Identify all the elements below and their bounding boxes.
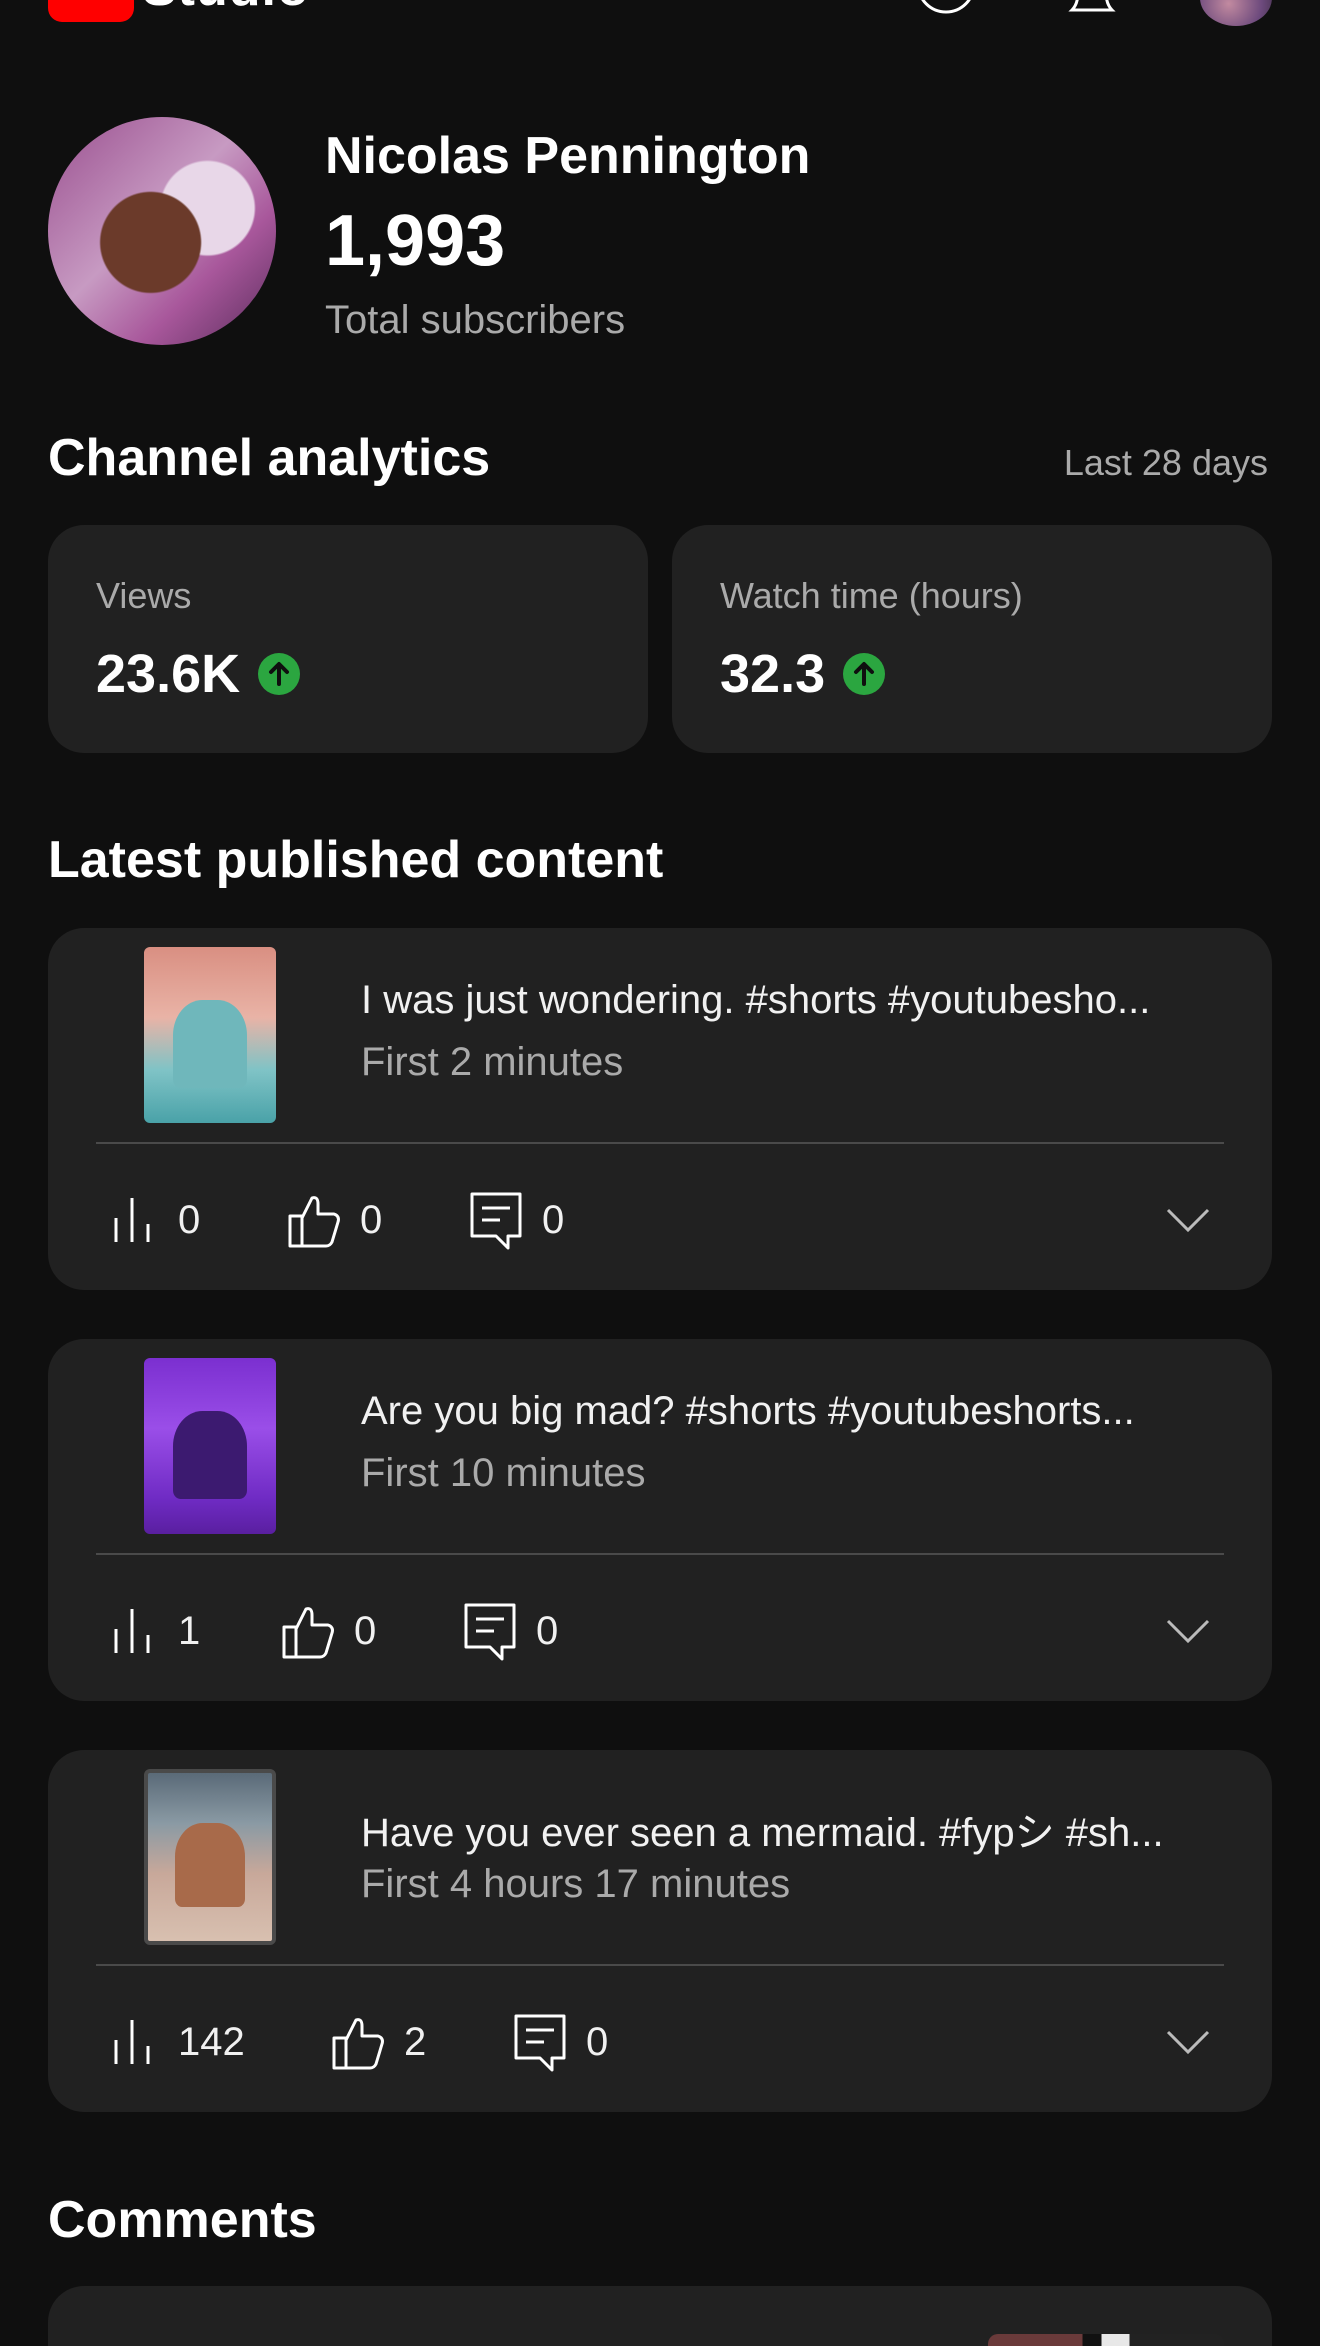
video-card[interactable]: I was just wondering. #shorts #youtubesh… xyxy=(48,928,1272,1290)
views-count: 1 xyxy=(178,1608,201,1653)
bar-chart-icon xyxy=(114,1198,150,1242)
channel-analytics-title: Channel analytics xyxy=(48,429,491,487)
likes-metric: 0 xyxy=(280,1601,376,1661)
divider xyxy=(96,1142,1224,1144)
comments-count: 0 xyxy=(542,1197,565,1242)
thumbs-up-icon xyxy=(282,1607,334,1659)
bell-icon[interactable] xyxy=(1062,0,1122,22)
comment-card[interactable] xyxy=(48,2286,1272,2346)
views-card[interactable]: Views 23.6K xyxy=(48,525,648,753)
likes-count: 0 xyxy=(354,1608,377,1653)
youtube-logo-icon[interactable] xyxy=(48,0,134,22)
studio-dashboard: Studio Nicolas Pennington 1,993 Total su… xyxy=(0,0,1320,2346)
bar-chart-icon xyxy=(114,2020,150,2064)
subscriber-label: Total subscribers xyxy=(325,298,626,342)
thumbs-up-icon xyxy=(288,1196,340,1248)
comments-title: Comments xyxy=(48,2191,317,2249)
video-title[interactable]: Have you ever seen a mermaid. #fypシ #sh.… xyxy=(361,1800,1241,1858)
studio-logo-text: Studio xyxy=(142,0,310,18)
divider xyxy=(96,1553,1224,1555)
account-avatar[interactable] xyxy=(1200,0,1272,26)
chevron-down-icon[interactable] xyxy=(1164,1198,1212,1242)
video-card[interactable]: Are you big mad? #shorts #youtubeshorts.… xyxy=(48,1339,1272,1701)
video-thumbnail[interactable] xyxy=(144,947,276,1123)
comment-icon xyxy=(470,1192,522,1250)
analytics-period: Last 28 days xyxy=(1063,442,1268,483)
video-title[interactable]: Are you big mad? #shorts #youtubeshorts.… xyxy=(361,1389,1241,1434)
video-period: First 2 minutes xyxy=(361,1040,624,1084)
video-card[interactable]: Have you ever seen a mermaid. #fypシ #sh.… xyxy=(48,1750,1272,2112)
bar-chart-icon xyxy=(114,1609,150,1653)
latest-content-title: Latest published content xyxy=(48,831,664,889)
chevron-down-icon[interactable] xyxy=(1164,1609,1212,1653)
views-value: 23.6K xyxy=(96,644,241,704)
likes-count: 0 xyxy=(360,1197,383,1242)
comments-count: 0 xyxy=(586,2019,609,2064)
comment-video-thumbnail[interactable] xyxy=(988,2334,1224,2346)
video-title[interactable]: I was just wondering. #shorts #youtubesh… xyxy=(361,978,1241,1023)
thumbs-up-icon xyxy=(332,2018,384,2070)
comments-metric: 0 xyxy=(512,2012,608,2072)
video-thumbnail[interactable] xyxy=(144,1358,276,1534)
comments-count: 0 xyxy=(536,1608,559,1653)
likes-count: 2 xyxy=(404,2019,427,2064)
views-count: 0 xyxy=(178,1197,201,1242)
views-value-row: 23.6K xyxy=(96,643,301,705)
watch-time-value-row: 32.3 xyxy=(720,643,886,705)
watch-time-value: 32.3 xyxy=(720,644,826,704)
create-icon[interactable] xyxy=(916,0,976,22)
video-thumbnail[interactable] xyxy=(144,1769,276,1945)
comments-metric: 0 xyxy=(468,1190,564,1250)
subscriber-count: 1,993 xyxy=(325,201,506,281)
top-bar: Studio xyxy=(0,0,1320,30)
comment-icon xyxy=(464,1603,516,1661)
comments-metric: 0 xyxy=(462,1601,558,1661)
divider xyxy=(96,1964,1224,1966)
channel-name: Nicolas Pennington xyxy=(325,127,811,185)
views-metric: 0 xyxy=(104,1190,200,1250)
watch-time-card[interactable]: Watch time (hours) 32.3 xyxy=(672,525,1272,753)
chevron-down-icon[interactable] xyxy=(1164,2020,1212,2064)
likes-metric: 2 xyxy=(330,2012,426,2072)
arrow-up-circle-icon xyxy=(843,653,886,695)
channel-avatar[interactable] xyxy=(48,117,276,345)
views-label: Views xyxy=(96,575,192,616)
views-count: 142 xyxy=(178,2019,245,2064)
watch-time-label: Watch time (hours) xyxy=(720,575,1023,616)
arrow-up-circle-icon xyxy=(258,653,301,695)
comment-icon xyxy=(514,2014,566,2072)
video-period: First 4 hours 17 minutes xyxy=(361,1862,791,1906)
views-metric: 1 xyxy=(104,1601,200,1661)
views-metric: 142 xyxy=(104,2012,245,2072)
video-period: First 10 minutes xyxy=(361,1451,646,1495)
likes-metric: 0 xyxy=(286,1190,382,1250)
